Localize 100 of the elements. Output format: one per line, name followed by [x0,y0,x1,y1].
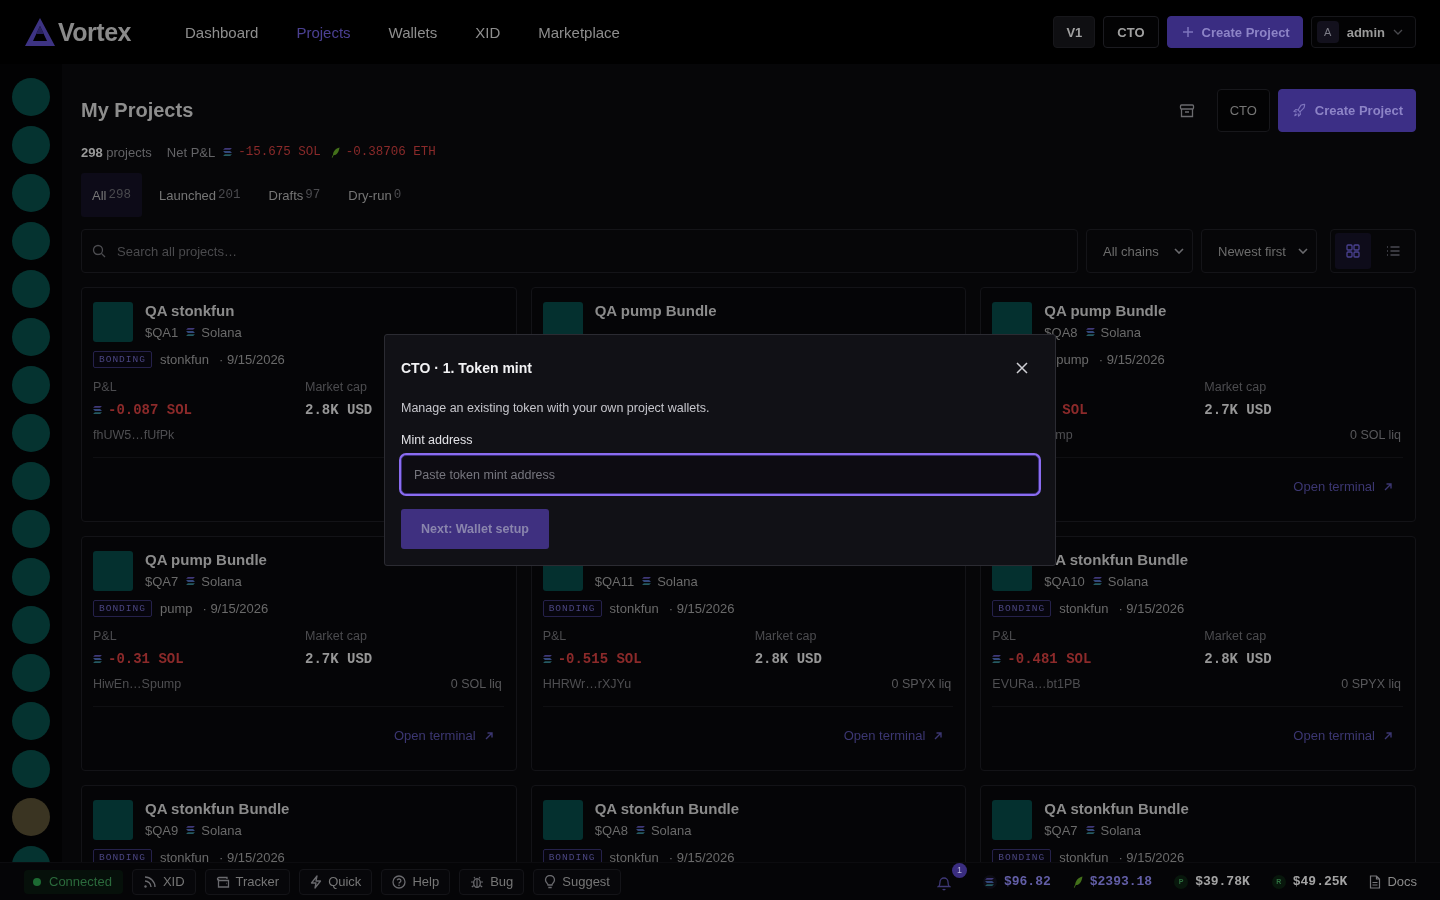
create-project-button[interactable]: Create Project [1166,16,1303,48]
project-card[interactable]: A stonkfun Bundle $QA10 Solana BONDING stonkfun · 9/15/2026 P&L Market cap -0.481 SOL 2.8K USD EVURa…bt1PB 0 SPYX liq Open terminal [980,536,1416,771]
platform-name: stonkfun [1059,850,1109,862]
project-avatar[interactable] [12,558,50,596]
project-avatar[interactable] [12,702,50,740]
avatar-photo-placeholder[interactable] [12,798,50,836]
pnl-value: -0.31 SOL [108,651,184,667]
bell-icon [936,875,951,891]
mint-address: HiwEn…Spump [93,677,182,691]
project-avatar[interactable] [12,750,50,788]
page-title: My Projects [81,99,194,122]
platform-name: pump [159,601,193,616]
feather-icon [1072,875,1083,888]
liquidity-amount: 0 SOL liq [450,677,502,691]
price-value: $96.82 [1003,874,1051,889]
docs-link[interactable]: Docs [1369,874,1417,889]
chain-name: Solana [201,324,242,340]
create-project-button[interactable]: Create Project [1277,89,1416,132]
stripes-icon [982,874,997,889]
created-date: · 9/15/2026 [219,850,285,862]
project-title: QA stonkfun Bundle [145,800,290,818]
project-card[interactable]: QA stonkfun Bundle $QA9 Solana BONDING stonkfun · 9/15/2026 [81,785,517,862]
toolbar-button[interactable]: XID [131,868,196,895]
toolbar-button[interactable]: Quick [299,868,373,895]
status-tag: BONDING [542,600,602,617]
version-button[interactable]: V1 [1053,16,1096,48]
status-tag: BONDING [992,849,1052,862]
project-card[interactable]: QA pump Bundle $QA7 Solana BONDING pump · 9/15/2026 P&L Market cap -0.31 SOL 2.7K USD HiwEn…Spump 0 SOL liq Open terminal [81,536,517,771]
stripes-icon [186,826,196,834]
project-title: QA pump Bundle [145,551,267,569]
rocket-icon [1291,103,1307,118]
project-card[interactable]: QA stonkfun Bundle $QA7 Solana BONDING stonkfun · 9/15/2026 [980,785,1416,862]
project-avatar[interactable] [12,414,50,452]
stripes-icon [223,148,233,156]
created-date: · 9/15/2026 [202,601,269,616]
project-avatar[interactable] [12,126,50,164]
bolt-icon [310,874,323,889]
help-icon [392,874,407,889]
pnl-label: P&L [93,629,117,643]
chain-name: Solana [657,573,698,589]
feather-icon [330,146,340,158]
project-card[interactable]: QA stonkfun Bundle $QA8 Solana BONDING stonkfun · 9/15/2026 [530,785,967,862]
project-avatar[interactable] [12,366,50,404]
filter-tab[interactable]: Dry-run 0 [337,173,413,217]
stripes-icon [992,655,1002,663]
search-icon [92,244,106,258]
market-cap-value: 2.8K USD [1204,651,1272,667]
nav-link[interactable]: Projects [288,19,359,45]
project-thumbnail [93,551,133,591]
sort-select[interactable]: Newest first [1201,229,1317,273]
market-cap-label: Market cap [1204,629,1267,643]
project-avatar[interactable] [12,654,50,692]
created-date: · 9/15/2026 [1118,850,1185,862]
chain-select[interactable]: All chains [1086,229,1193,273]
toolbar-button[interactable]: Bug [459,868,525,895]
project-avatar[interactable] [12,606,50,644]
project-avatar[interactable] [12,318,50,356]
grid-view-button[interactable] [1335,233,1371,269]
net-pnl-label: Net P&L [166,144,216,160]
token-ticker: $QA10 [1044,573,1085,589]
liquidity-amount: 0 SOL liq [1350,428,1401,442]
project-thumbnail [93,800,133,840]
project-avatar[interactable] [12,78,50,116]
project-avatar[interactable] [12,510,50,548]
platform-name: stonkfun [609,850,659,862]
nav-link[interactable]: Wallets [380,19,446,45]
filter-tab[interactable]: Launched 201 [147,173,252,217]
nav-link[interactable]: Dashboard [177,19,267,45]
cto-button[interactable]: CTO [1103,16,1159,48]
cto-button[interactable]: CTO [1216,89,1270,132]
toolbar-button[interactable]: Suggest [533,868,621,895]
token-ticker: $QA11 [594,573,635,589]
plus-icon [1181,26,1194,38]
notifications-button[interactable]: 1 [935,862,967,897]
token-ticker: $QA8 [594,822,628,838]
token-ticker: $QA9 [145,822,179,838]
toolbar-button[interactable]: Tracker [204,868,291,895]
field-label: Mint address [401,433,473,447]
market-cap-label: Market cap [1204,380,1267,394]
toolbar-button[interactable]: Help [381,868,451,895]
notification-count: 1 [951,862,967,878]
logo-text: Vortex [58,17,131,47]
user-menu[interactable]: A admin [1310,16,1416,48]
filter-tab[interactable]: Drafts 97 [257,173,332,217]
search-field[interactable]: Search all projects… [81,229,1078,273]
project-avatar[interactable] [12,222,50,260]
lightbulb-icon [544,874,557,889]
caret-icon [1393,29,1403,35]
project-avatar[interactable] [12,174,50,212]
mint-address-field[interactable]: Paste token mint address [401,455,1039,494]
project-avatar[interactable] [12,270,50,308]
project-avatar[interactable] [12,462,50,500]
market-cap-label: Market cap [754,629,817,643]
created-date: · 9/15/2026 [1098,352,1165,367]
caret-icon [1298,248,1308,254]
project-title: QA stonkfun [145,302,235,320]
market-cap-label: Market cap [305,629,367,643]
filter-tab[interactable]: All 298 [81,173,142,217]
nav-link[interactable]: XID [467,19,509,45]
nav-link[interactable]: Marketplace [530,19,628,45]
